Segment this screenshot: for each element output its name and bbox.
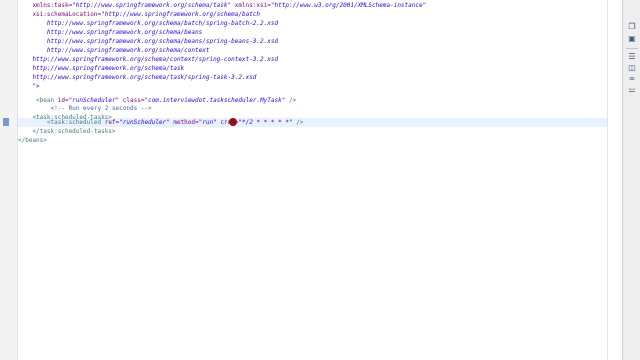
code-line[interactable]: http://www.springframework.org/schema/co…: [18, 55, 278, 64]
code-token: http://www.springframework.org/schema/ta…: [18, 65, 185, 72]
code-token: "http://www.springframework.org/schema/b…: [101, 11, 261, 18]
code-token: "runScheduler": [119, 119, 170, 126]
code-token: </beans>: [18, 137, 47, 144]
code-line[interactable]: http://www.springframework.org/schema/ta…: [18, 64, 184, 73]
overview-ruler[interactable]: [607, 0, 622, 360]
code-token: "run": [198, 119, 217, 126]
code-token: method=: [169, 119, 199, 126]
code-line[interactable]: http://www.springframework.org/schema/be…: [18, 28, 202, 37]
side-toolbar: ❐ ▣ ☰ ◫ ∞ ⚍: [622, 0, 640, 360]
code-token: <bean: [18, 97, 58, 104]
mouse-cursor-highlight: [229, 118, 237, 126]
code-token: http://www.springframework.org/schema/be…: [18, 29, 203, 36]
outline-icon[interactable]: ☰: [627, 52, 637, 62]
code-token: http://www.springframework.org/schema/ba…: [18, 20, 279, 27]
code-line[interactable]: xmlns:task="http://www.springframework.o…: [18, 1, 426, 10]
code-token: "com.interviewdot.taskscheduler.MyTask": [144, 97, 286, 104]
quick-diff-marker: [3, 118, 9, 126]
code-line[interactable]: http://www.springframework.org/schema/co…: [18, 46, 210, 55]
code-token: xmlns:task=: [18, 2, 73, 9]
code-token: http://www.springframework.org/schema/co…: [18, 47, 210, 54]
code-token: id=: [57, 97, 69, 104]
code-token: xmlns:xsi=: [231, 2, 271, 9]
code-token: "*/2 * * * * *": [238, 119, 293, 126]
code-line[interactable]: xsi:schemaLocation="http://www.springfra…: [18, 10, 260, 19]
code-line[interactable]: http://www.springframework.org/schema/ba…: [18, 19, 278, 28]
code-line[interactable]: http://www.springframework.org/schema/be…: [18, 37, 278, 46]
xml-editor[interactable]: xmlns:task="http://www.springframework.o…: [18, 0, 607, 360]
code-token: <task:scheduled: [18, 119, 105, 126]
code-token: />: [285, 97, 297, 104]
editor-ruler[interactable]: [0, 0, 18, 360]
code-token: "http://www.w3.org/2001/XMLSchema-instan…: [270, 2, 427, 9]
code-line[interactable]: <!-- Run every 2 seconds -->: [18, 104, 152, 113]
code-token: xsi:schemaLocation=: [18, 11, 102, 18]
code-line[interactable]: </beans>: [18, 136, 47, 145]
code-line[interactable]: ">: [18, 82, 40, 91]
tree-icon[interactable]: ⚍: [627, 85, 637, 95]
code-token: ">: [18, 83, 40, 90]
code-token: "http://www.springframework.org/schema/t…: [72, 2, 232, 9]
link-icon[interactable]: ∞: [627, 74, 637, 84]
code-token: http://www.springframework.org/schema/be…: [18, 38, 279, 45]
maximize-icon[interactable]: ▣: [627, 34, 637, 44]
code-token: class=: [119, 97, 145, 104]
code-line[interactable]: </task:scheduled-tasks>: [18, 127, 116, 136]
hierarchy-icon[interactable]: ◫: [627, 63, 637, 73]
restore-icon[interactable]: ❐: [627, 22, 637, 32]
code-line[interactable]: http://www.springframework.org/schema/ta…: [18, 73, 256, 82]
code-token: />: [292, 119, 304, 126]
code-token: <!-- Run every 2 seconds -->: [18, 105, 152, 112]
toolbar-separator: [626, 48, 638, 49]
code-line[interactable]: <task:scheduled ref="runScheduler" metho…: [18, 118, 304, 127]
code-token: "runScheduler": [68, 97, 120, 104]
code-token: http://www.springframework.org/schema/co…: [18, 56, 279, 63]
code-token: </task:scheduled-tasks>: [18, 128, 116, 135]
code-token: ref=: [104, 119, 120, 126]
code-token: http://www.springframework.org/schema/ta…: [18, 74, 257, 81]
